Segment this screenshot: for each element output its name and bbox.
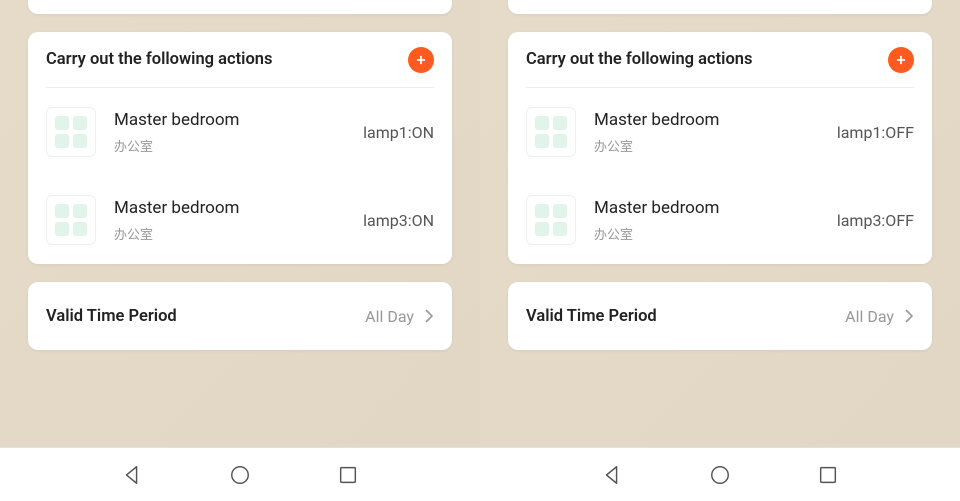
plus-icon (414, 53, 428, 67)
phone-background: Carry out the following actions Master b… (480, 0, 960, 447)
actions-card: Carry out the following actions Master b… (508, 32, 932, 264)
android-navbar (0, 447, 480, 501)
action-info: Master bedroom 办公室 (594, 198, 819, 243)
nav-home-icon[interactable] (709, 464, 731, 486)
android-navbar (480, 447, 960, 501)
actions-title: Carry out the following actions (46, 50, 273, 69)
action-subtitle: 办公室 (594, 224, 819, 243)
device-icon (526, 195, 576, 245)
plus-icon (894, 53, 908, 67)
action-name: Master bedroom (114, 110, 345, 130)
action-state: lamp3:ON (363, 211, 434, 230)
card-peek-top (28, 0, 452, 14)
device-icon (526, 107, 576, 157)
action-row[interactable]: Master bedroom 办公室 lamp1:ON (46, 88, 434, 176)
actions-card-header: Carry out the following actions (46, 32, 434, 88)
nav-recent-icon[interactable] (337, 464, 359, 486)
action-subtitle: 办公室 (114, 224, 345, 243)
device-icon (46, 195, 96, 245)
nav-home-icon[interactable] (229, 464, 251, 486)
add-action-button[interactable] (408, 47, 434, 73)
phone-right: Carry out the following actions Master b… (480, 0, 960, 501)
nav-back-icon[interactable] (601, 464, 623, 486)
action-state: lamp1:OFF (837, 123, 914, 142)
actions-title: Carry out the following actions (526, 50, 753, 69)
valid-time-label: Valid Time Period (46, 307, 177, 326)
action-info: Master bedroom 办公室 (114, 110, 345, 155)
actions-card: Carry out the following actions Master b… (28, 32, 452, 264)
action-row[interactable]: Master bedroom 办公室 lamp3:OFF (526, 176, 914, 264)
action-state: lamp1:ON (363, 123, 434, 142)
action-name: Master bedroom (114, 198, 345, 218)
valid-time-value: All Day (365, 307, 414, 326)
nav-back-icon[interactable] (121, 464, 143, 486)
chevron-right-icon (424, 308, 434, 324)
valid-time-right: All Day (365, 307, 434, 326)
action-subtitle: 办公室 (114, 136, 345, 155)
action-subtitle: 办公室 (594, 136, 819, 155)
action-info: Master bedroom 办公室 (594, 110, 819, 155)
valid-time-right: All Day (845, 307, 914, 326)
valid-time-row[interactable]: Valid Time Period All Day (28, 282, 452, 350)
actions-card-header: Carry out the following actions (526, 32, 914, 88)
card-peek-top (508, 0, 932, 14)
add-action-button[interactable] (888, 47, 914, 73)
valid-time-value: All Day (845, 307, 894, 326)
action-list: Master bedroom 办公室 lamp1:ON Master bedro… (46, 88, 434, 264)
phone-background: Carry out the following actions Master b… (0, 0, 480, 447)
action-name: Master bedroom (594, 198, 819, 218)
device-icon (46, 107, 96, 157)
nav-recent-icon[interactable] (817, 464, 839, 486)
valid-time-row[interactable]: Valid Time Period All Day (508, 282, 932, 350)
chevron-right-icon (904, 308, 914, 324)
action-list: Master bedroom 办公室 lamp1:OFF Master bedr… (526, 88, 914, 264)
action-name: Master bedroom (594, 110, 819, 130)
phone-left: Carry out the following actions Master b… (0, 0, 480, 501)
action-row[interactable]: Master bedroom 办公室 lamp3:ON (46, 176, 434, 264)
valid-time-label: Valid Time Period (526, 307, 657, 326)
action-state: lamp3:OFF (837, 211, 914, 230)
action-info: Master bedroom 办公室 (114, 198, 345, 243)
action-row[interactable]: Master bedroom 办公室 lamp1:OFF (526, 88, 914, 176)
